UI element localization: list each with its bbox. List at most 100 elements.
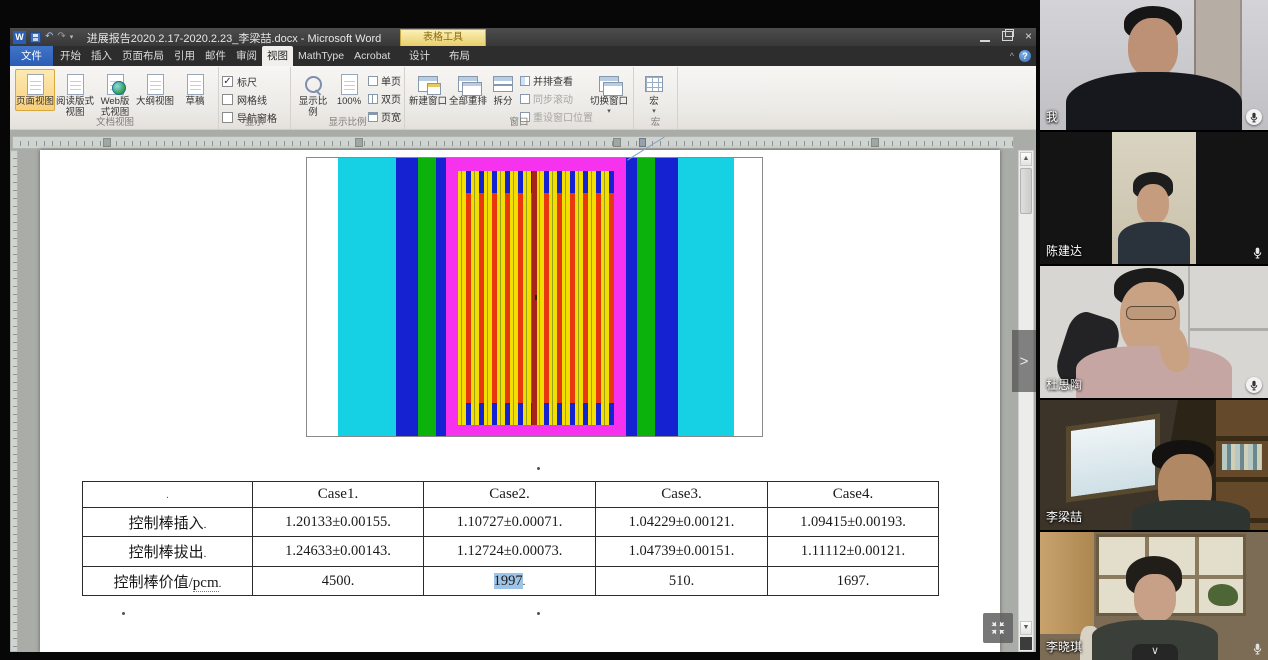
gridlines-checkbox[interactable]: 网格线 <box>222 92 277 107</box>
collapse-strip-button[interactable]: ∨ <box>1132 644 1178 660</box>
document-page[interactable]: . Case1. Case2. Case3. Case4. 控制棒插入. 1.2… <box>40 150 1000 652</box>
participant-tile-me[interactable]: 我 <box>1040 0 1268 130</box>
scrollbar-thumb[interactable] <box>1020 168 1032 214</box>
row-label: 控制棒拔出. <box>83 537 253 567</box>
participant-tile-5[interactable]: 李晓琪 <box>1040 532 1268 660</box>
band-blue-inner-right <box>626 158 637 436</box>
tab-insert[interactable]: 插入 <box>86 46 117 66</box>
zoom-100-button[interactable]: 100% <box>332 69 366 111</box>
participant-video <box>1040 0 1268 130</box>
outline-view-icon <box>147 74 164 95</box>
ribbon: 页面视图 阅读版式视图 Web版式视图 大纲视图 草稿 <box>10 66 1036 130</box>
cell: 1.09415±0.00193. <box>768 508 939 537</box>
restore-button[interactable] <box>1002 31 1013 41</box>
cell-selected: 1997. <box>424 567 596 596</box>
audio-status-icon <box>1253 247 1262 259</box>
vertical-scrollbar[interactable]: ▲ ▼ <box>1018 150 1034 652</box>
tab-mailings[interactable]: 邮件 <box>200 46 231 66</box>
tab-file[interactable]: 文件 <box>10 46 53 66</box>
view-side-by-side-button[interactable]: 并排查看 <box>520 73 588 88</box>
tab-references[interactable]: 引用 <box>169 46 200 66</box>
cell: 4500. <box>253 567 424 596</box>
browse-object-buttons[interactable] <box>1020 637 1032 650</box>
save-icon[interactable] <box>30 32 41 43</box>
group-document-views: 页面视图 阅读版式视图 Web版式视图 大纲视图 草稿 <box>12 67 219 129</box>
one-page-button[interactable]: 单页 <box>368 73 401 88</box>
fit-arrows-icon <box>988 618 1008 638</box>
horizontal-ruler[interactable] <box>12 136 1014 149</box>
dropdown-arrow-icon: ▾ <box>652 108 656 115</box>
cell: 1.04739±0.00151. <box>596 537 768 567</box>
draft-view-icon <box>187 74 204 95</box>
row-label: 控制棒插入. <box>83 508 253 537</box>
redo-icon[interactable]: ↷ <box>57 30 65 44</box>
table-row: 控制棒拔出. 1.24633±0.00143. 1.12724±0.00073.… <box>83 537 939 567</box>
new-window-button[interactable]: 新建窗口 <box>408 69 448 111</box>
participant-name: 李晓琪 <box>1046 638 1082 655</box>
skylight-window <box>1066 413 1160 502</box>
mic-icon <box>1250 112 1258 123</box>
participant-name: 我 <box>1046 108 1058 125</box>
scroll-down-button[interactable]: ▼ <box>1020 621 1032 635</box>
tab-review[interactable]: 审阅 <box>231 46 262 66</box>
minimize-ribbon-icon[interactable]: ^ <box>1010 50 1014 62</box>
document-area: . Case1. Case2. Case3. Case4. 控制棒插入. 1.2… <box>10 130 1036 652</box>
scroll-up-button[interactable]: ▲ <box>1020 152 1032 166</box>
arrange-all-button[interactable]: 全部重排 <box>448 69 488 111</box>
sync-scroll-button[interactable]: 同步滚动 <box>520 91 588 106</box>
switch-windows-icon <box>599 76 619 92</box>
vertical-ruler[interactable] <box>10 150 18 652</box>
paragraph-mark <box>122 612 125 615</box>
help-icon[interactable]: ? <box>1019 50 1031 62</box>
two-pages-button[interactable]: 双页 <box>368 91 401 106</box>
reading-view-button[interactable]: 阅读版式视图 <box>55 69 95 121</box>
macros-icon <box>645 76 663 92</box>
participant-name: 李梁喆 <box>1046 508 1082 525</box>
switch-windows-button[interactable]: 切换窗口 ▾ <box>588 69 630 118</box>
zoom-button[interactable]: 显示比例 <box>294 69 332 121</box>
macros-button[interactable]: 宏 ▾ <box>637 69 671 118</box>
group-zoom: 显示比例 100% 单页 双页 <box>291 67 405 129</box>
split-button[interactable]: 拆分 <box>488 69 518 111</box>
band-blue-right <box>655 158 678 436</box>
tab-table-layout[interactable]: 布局 <box>444 46 475 66</box>
indent-marker[interactable] <box>639 138 646 147</box>
minimize-button[interactable] <box>980 31 990 42</box>
side-by-side-icon <box>520 76 530 86</box>
outline-view-button[interactable]: 大纲视图 <box>135 69 175 111</box>
undo-icon[interactable]: ↶ <box>45 30 53 44</box>
print-layout-button[interactable]: 页面视图 <box>15 69 55 111</box>
close-button[interactable]: × <box>1025 30 1032 42</box>
arrange-all-icon <box>458 76 478 92</box>
selected-text: 1997 <box>494 573 523 589</box>
participant-tile-2[interactable]: 陈建达 <box>1040 132 1268 264</box>
word-logo-icon[interactable]: W <box>13 31 26 44</box>
header-case3: Case3. <box>596 482 768 508</box>
participant-face <box>1128 18 1178 78</box>
fit-screen-button[interactable] <box>983 613 1013 643</box>
draft-view-button[interactable]: 草稿 <box>175 69 215 111</box>
tab-table-design[interactable]: 设计 <box>404 46 435 66</box>
tab-view[interactable]: 视图 <box>262 46 293 66</box>
quick-access-toolbar: W ↶ ↷ ▾ <box>13 30 73 44</box>
window-title: 进展报告2020.2.17-2020.2.23_李梁喆.docx - Micro… <box>68 30 400 46</box>
ruler-checkbox[interactable]: ✓ 标尺 <box>222 74 277 89</box>
tab-page-layout[interactable]: 页面布局 <box>117 46 169 66</box>
results-table: . Case1. Case2. Case3. Case4. 控制棒插入. 1.2… <box>82 481 939 596</box>
panel-toggle-button[interactable]: > <box>1012 330 1036 392</box>
context-tool-header: 表格工具 <box>400 29 486 46</box>
participant-strip: 我 陈建达 <box>1040 0 1268 660</box>
tab-mathtype[interactable]: MathType <box>293 46 349 66</box>
tab-home[interactable]: 开始 <box>55 46 86 66</box>
band-green-right <box>637 158 655 436</box>
plant <box>1208 584 1238 606</box>
checkbox-empty-icon <box>222 94 233 105</box>
participant-tile-4[interactable]: 李梁喆 <box>1040 400 1268 530</box>
cell: 510. <box>596 567 768 596</box>
web-layout-button[interactable]: Web版式视图 <box>95 69 135 121</box>
tab-acrobat[interactable]: Acrobat <box>349 46 395 66</box>
band-blue-inner-left <box>436 158 446 436</box>
participant-tile-3[interactable]: 杜思陶 <box>1040 266 1268 398</box>
header-case4: Case4. <box>768 482 939 508</box>
checkbox-checked-icon: ✓ <box>222 76 233 87</box>
